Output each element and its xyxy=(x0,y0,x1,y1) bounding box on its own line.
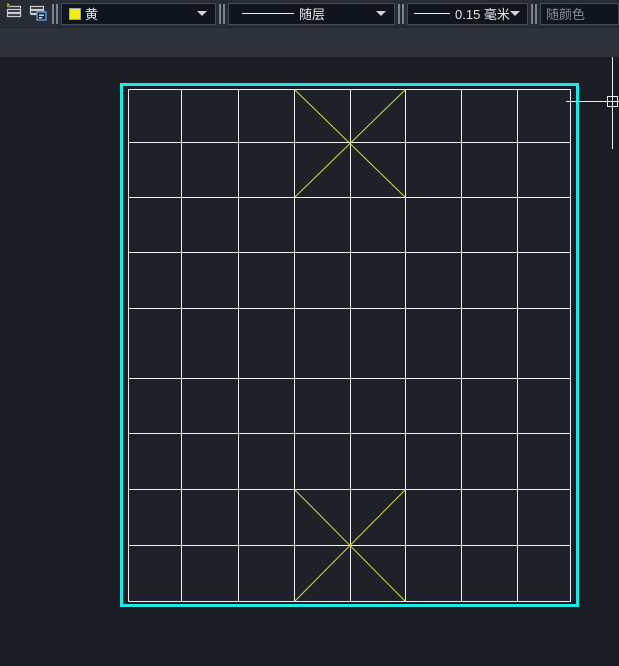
toolbar-separator xyxy=(398,4,404,24)
lineweight-sample-icon xyxy=(414,13,450,14)
color-select[interactable]: 黄 xyxy=(61,3,216,25)
linetype-select-value: 随层 xyxy=(299,4,325,23)
toolbar-separator xyxy=(219,4,225,24)
chevron-down-icon[interactable] xyxy=(376,11,386,16)
linetype-select[interactable]: 随层 xyxy=(228,3,395,25)
plotstyle-select: 随颜色 xyxy=(540,3,619,25)
color-select-value: 黄 xyxy=(85,4,98,23)
linetype-sample-icon xyxy=(242,13,294,14)
plotstyle-select-value: 随颜色 xyxy=(546,4,585,23)
layers-stack-dialog-icon xyxy=(28,2,48,26)
toolbar-separator xyxy=(52,4,58,24)
layer-states-button[interactable] xyxy=(26,2,49,26)
model-space[interactable] xyxy=(0,57,619,666)
toolbar-separator xyxy=(531,4,537,24)
toolbar-spacer-band xyxy=(0,28,619,57)
lineweight-select-value: 0.15 毫米 xyxy=(455,4,510,23)
lineweight-select[interactable]: 0.15 毫米 xyxy=(407,3,528,25)
chevron-down-icon[interactable] xyxy=(197,11,207,16)
layer-properties-toolbar: 黄 随层 0.15 毫米 随颜色 xyxy=(0,0,619,28)
drawing-canvas[interactable] xyxy=(0,57,619,666)
board-interior xyxy=(129,90,571,602)
chevron-down-icon[interactable] xyxy=(510,11,520,16)
color-swatch-yellow xyxy=(69,8,81,20)
layers-stack-sparkle-icon xyxy=(5,2,24,26)
layer-properties-manager-button[interactable] xyxy=(3,2,26,26)
